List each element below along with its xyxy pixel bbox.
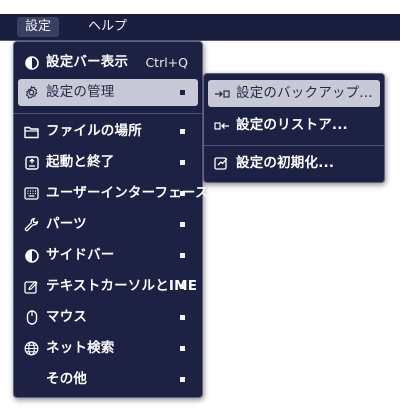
import-icon [213,117,230,134]
submenu-arrow-icon [180,284,185,289]
menu-item-startup-exit[interactable]: 起動と終了 [18,149,198,176]
menu-item-label: ネット検索 [46,340,115,356]
menubar-settings[interactable]: 設定 [17,17,60,37]
menu-separator [14,113,202,114]
wrench-icon [23,216,40,233]
edit-cursor-icon [23,278,40,295]
menu-item-file-locations[interactable]: ファイルの場所 [18,118,198,145]
folder-icon [23,123,40,140]
menu-item-manage-settings[interactable]: 設定の管理 [18,79,198,106]
menu-item-label: テキストカーソルとIME [46,278,198,294]
menu-item-label: マウス [46,309,88,325]
menu-item-label: サイドバー [46,247,115,263]
submenu-arrow-icon [180,222,185,227]
half-circle-icon [23,247,40,264]
keyboard-icon [23,185,40,202]
menu-item-user-interface[interactable]: ユーザーインターフェース [18,180,208,207]
power-box-icon [23,154,40,171]
shortcut-label: Ctrl+Q [145,55,188,70]
menu-item-label: 設定のリストア... [236,117,348,133]
menu-item-reset-settings[interactable]: 設定の初期化... [208,150,380,177]
menu-item-label: 設定バー表示 [46,54,129,70]
manage-settings-submenu: 設定のバックアップ... 設定のリストア... 設定の初期化... [203,73,385,183]
menu-item-backup-settings[interactable]: 設定のバックアップ... [208,80,380,107]
menu-item-restore-settings[interactable]: 設定のリストア... [208,112,380,139]
submenu-arrow-icon [180,191,185,196]
menu-item-label: 設定のバックアップ... [236,85,373,101]
menu-item-show-settings-bar[interactable]: 設定バー表示 Ctrl+Q [18,49,198,76]
settings-menu: 設定バー表示 Ctrl+Q 設定の管理 ファイルの場所 起動と終了 ユーザーイン… [13,41,208,398]
submenu-arrow-icon [180,160,185,165]
submenu-arrow-icon [180,377,185,382]
half-circle-icon [23,54,40,71]
submenu-arrow-icon [180,129,185,134]
globe-icon [23,340,40,357]
menu-item-other[interactable]: その他 [18,366,198,393]
submenu-arrow-icon [180,346,185,351]
menu-item-label: 起動と終了 [46,154,115,170]
menu-item-label: パーツ [46,216,87,232]
menu-item-label: その他 [46,371,88,387]
submenu-arrow-icon [180,90,185,95]
menu-item-label: ファイルの場所 [46,123,142,139]
gear-icon [23,84,40,101]
menu-item-web-search[interactable]: ネット検索 [18,335,198,362]
menu-item-text-cursor-ime[interactable]: テキストカーソルとIME [18,273,198,300]
menu-separator [204,145,384,146]
menubar-help[interactable]: ヘルプ [80,17,135,37]
menu-bar: 設定 ヘルプ [0,14,400,40]
reset-icon [213,155,230,172]
menu-item-parts[interactable]: パーツ [18,211,198,238]
menu-item-mouse[interactable]: マウス [18,304,198,331]
menu-item-sidebar[interactable]: サイドバー [18,242,198,269]
mouse-icon [23,309,40,326]
submenu-arrow-icon [180,253,185,258]
submenu-arrow-icon [180,315,185,320]
menu-item-label: 設定の管理 [46,84,115,100]
menu-item-label: 設定の初期化... [236,155,335,171]
export-icon [213,85,230,102]
